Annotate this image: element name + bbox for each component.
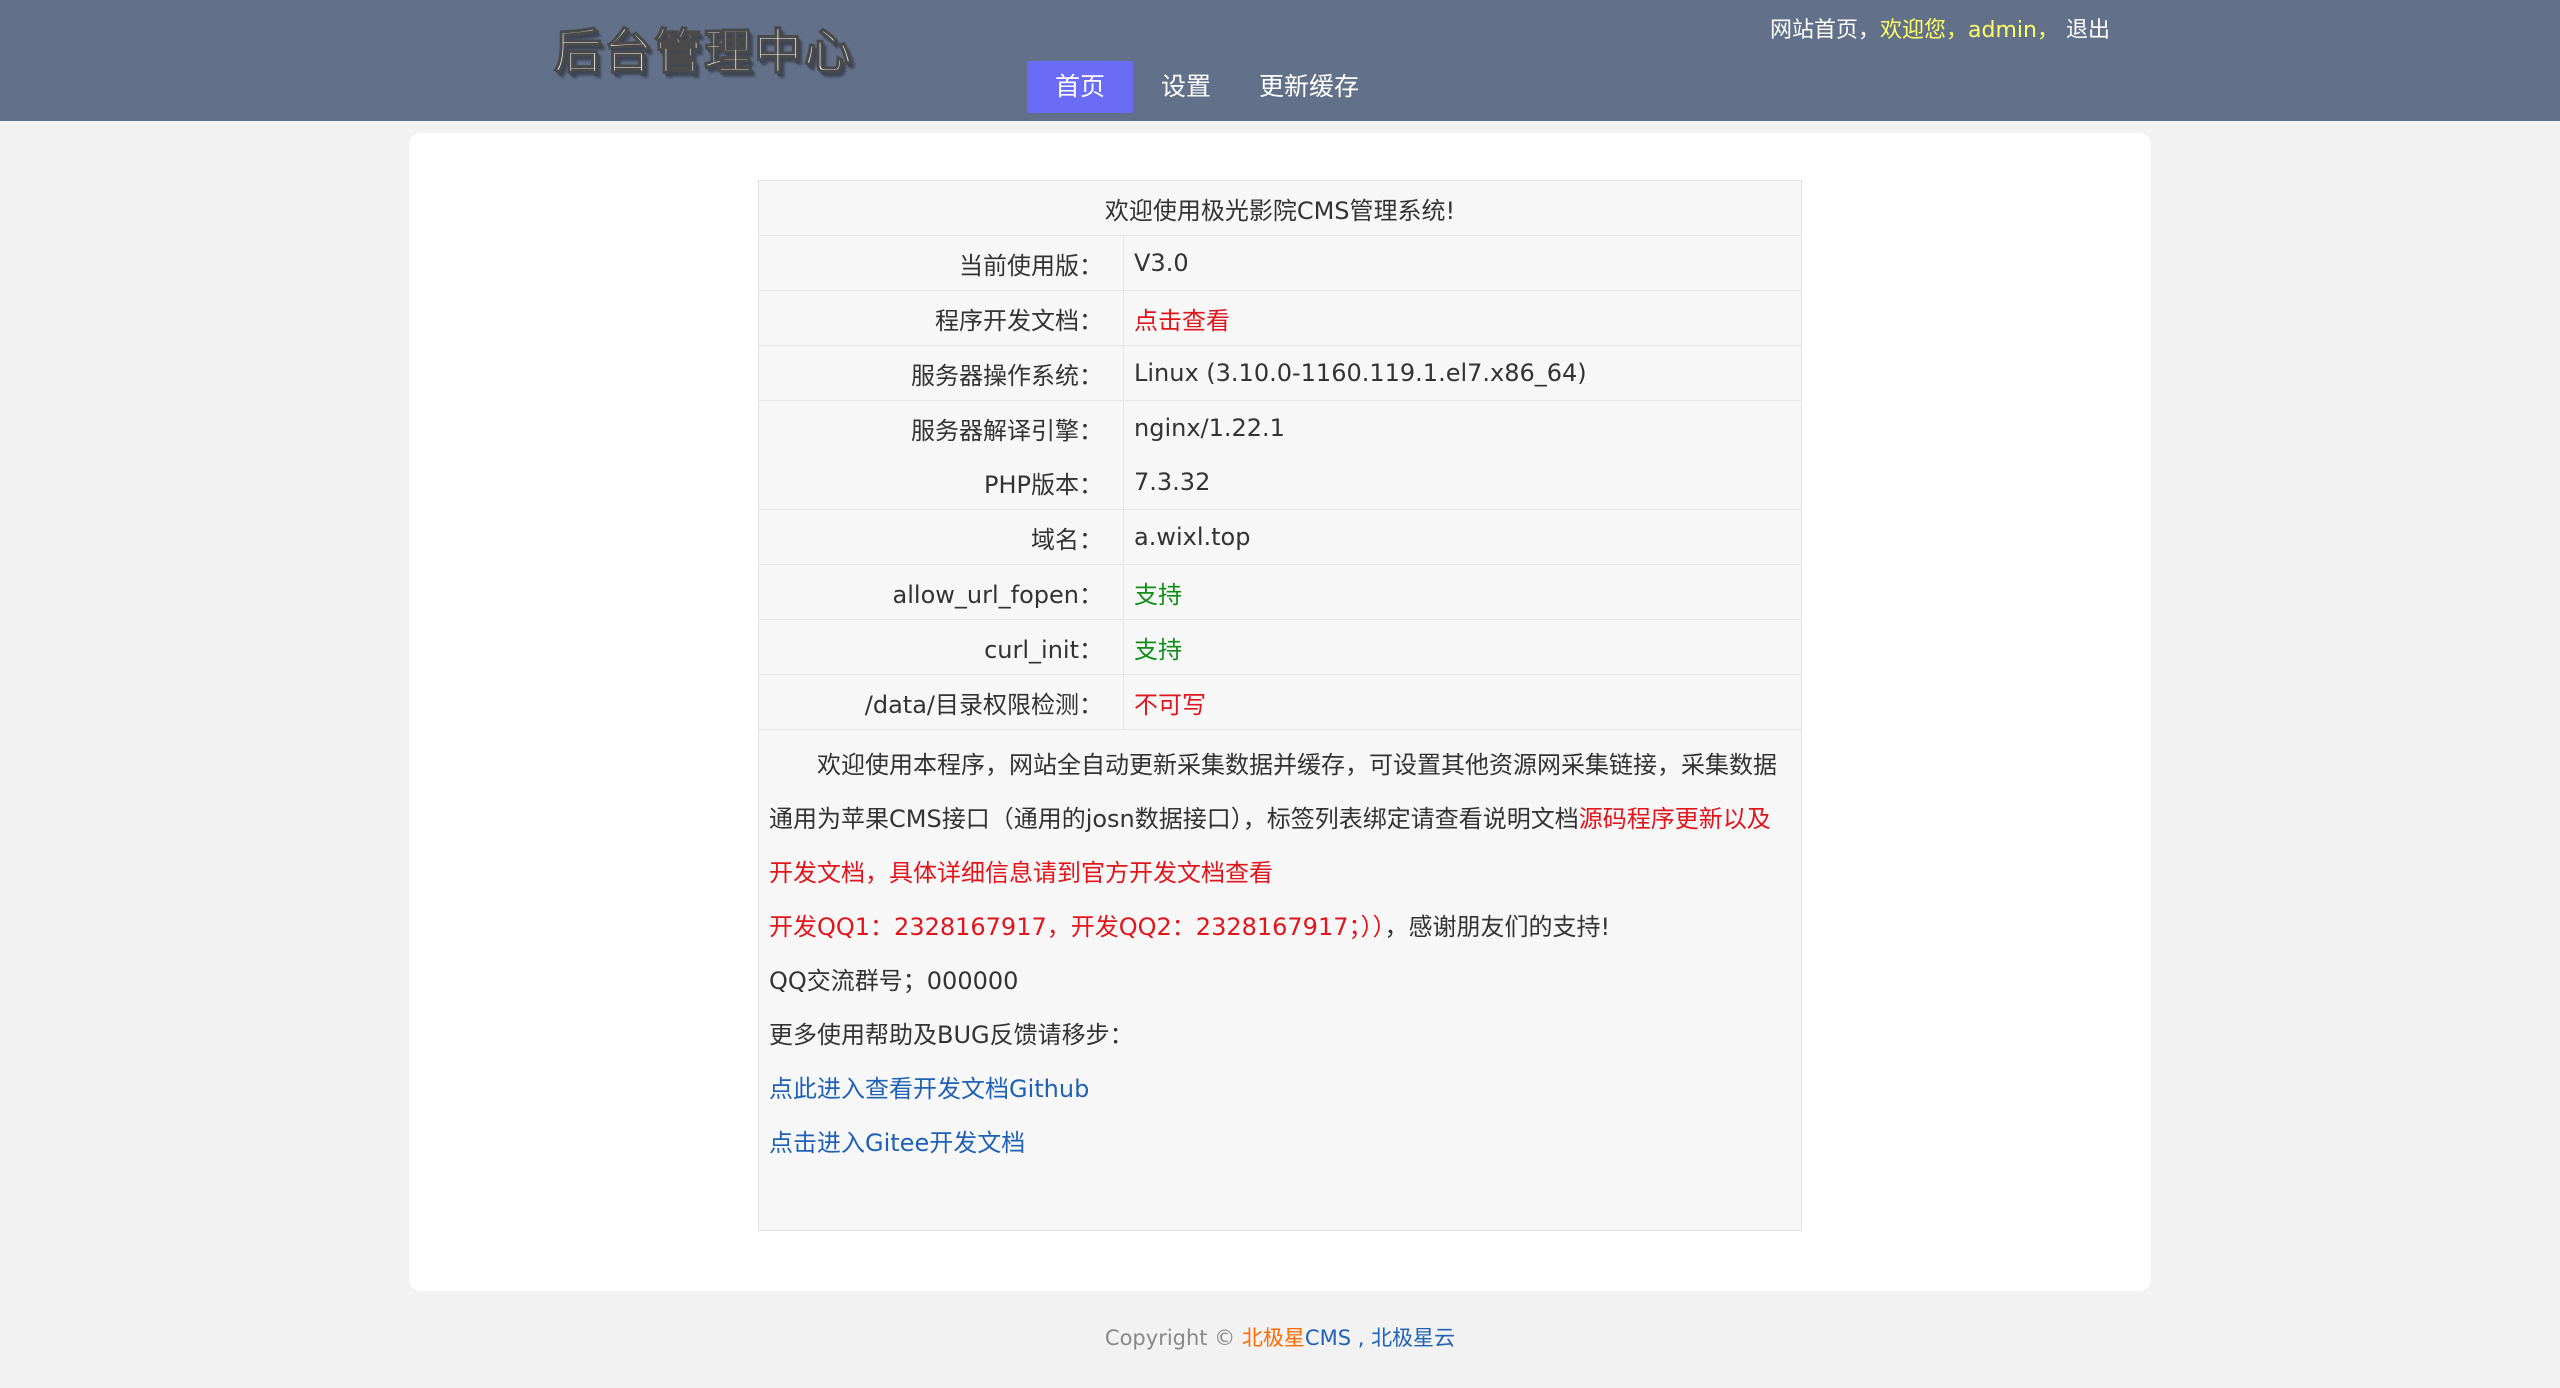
- row-label: PHP版本：: [759, 455, 1124, 509]
- notes-paragraph-2: 开发QQ1：2328167917，开发QQ2：2328167917；）），感谢朋…: [769, 900, 1791, 954]
- row-label: 程序开发文档：: [759, 291, 1124, 345]
- row-label: 域名：: [759, 510, 1124, 564]
- status-not-writable: 不可写: [1134, 690, 1206, 719]
- qq-contact: 开发QQ1：2328167917，开发QQ2：2328167917；））: [769, 913, 1385, 941]
- info-title: 欢迎使用极光影院CMS管理系统!: [759, 181, 1801, 236]
- github-docs-link[interactable]: 点此进入查看开发文档Github: [769, 1062, 1791, 1116]
- row-value: 7.3.32: [1134, 468, 1211, 496]
- footer-cloud-link[interactable]: 北极星云: [1371, 1326, 1455, 1350]
- footer: Copyright © 北极星CMS , 北极星云: [0, 1322, 2560, 1352]
- info-title-text: 欢迎使用极光影院CMS管理系统!: [1104, 196, 1456, 225]
- copyright-text: Copyright ©: [1104, 1326, 1236, 1350]
- status-supported: 支持: [1134, 580, 1182, 609]
- gitee-docs-link[interactable]: 点击进入Gitee开发文档: [769, 1116, 1791, 1170]
- row-value: V3.0: [1134, 249, 1189, 277]
- help-text: 更多使用帮助及BUG反馈请移步：: [769, 1021, 1134, 1049]
- table-row: allow_url_fopen： 支持: [759, 565, 1801, 620]
- table-row: 服务器解译引擎： nginx/1.22.1: [759, 401, 1801, 455]
- table-row: curl_init： 支持: [759, 620, 1801, 675]
- row-label: allow_url_fopen：: [759, 565, 1124, 619]
- nav-update-cache[interactable]: 更新缓存: [1239, 61, 1387, 113]
- footer-brand-cms[interactable]: CMS: [1305, 1326, 1351, 1350]
- table-row: 当前使用版： V3.0: [759, 236, 1801, 291]
- row-label: 当前使用版：: [759, 236, 1124, 290]
- footer-brand-link[interactable]: 北极星: [1242, 1326, 1305, 1350]
- top-header: 后台管理中心 网站首页，欢迎您，admin， 退出 首页 设置 更新缓存: [0, 0, 2560, 121]
- table-row: 域名： a.wixl.top: [759, 510, 1801, 565]
- row-label: curl_init：: [759, 620, 1124, 674]
- row-value: Linux (3.10.0-1160.119.1.el7.x86_64): [1134, 359, 1587, 387]
- qq-group: QQ交流群号；000000: [769, 967, 1019, 995]
- row-value: a.wixl.top: [1134, 523, 1251, 551]
- table-row: /data/目录权限检测： 不可写: [759, 675, 1801, 730]
- nav-settings[interactable]: 设置: [1133, 61, 1239, 113]
- logout-link[interactable]: 退出: [2066, 18, 2110, 43]
- docs-link[interactable]: 点击查看: [1124, 291, 1230, 345]
- table-row: 程序开发文档： 点击查看: [759, 291, 1801, 346]
- row-value: nginx/1.22.1: [1134, 414, 1285, 442]
- site-logo: 后台管理中心: [553, 23, 855, 81]
- table-row: PHP版本： 7.3.32: [759, 455, 1801, 510]
- row-label: 服务器解译引擎：: [759, 401, 1124, 455]
- system-info-table: 欢迎使用极光影院CMS管理系统! 当前使用版： V3.0 程序开发文档： 点击查…: [758, 180, 1802, 1231]
- footer-separator: ,: [1351, 1326, 1372, 1350]
- notes-paragraph-1: 欢迎使用本程序，网站全自动更新采集数据并缓存，可设置其他资源网采集链接，采集数据…: [769, 738, 1791, 900]
- main-nav: 首页 设置 更新缓存: [1027, 61, 1387, 113]
- nav-home[interactable]: 首页: [1027, 61, 1134, 113]
- welcome-text: 欢迎您，admin，: [1880, 18, 2059, 43]
- table-row: 服务器操作系统： Linux (3.10.0-1160.119.1.el7.x8…: [759, 346, 1801, 401]
- notes-text: ，感谢朋友们的支持!: [1384, 913, 1611, 941]
- notes-section: 欢迎使用本程序，网站全自动更新采集数据并缓存，可设置其他资源网采集链接，采集数据…: [759, 730, 1801, 1230]
- row-label: 服务器操作系统：: [759, 346, 1124, 400]
- site-home-link[interactable]: 网站首页，: [1770, 18, 1880, 43]
- row-label: /data/目录权限检测：: [759, 675, 1124, 729]
- status-supported: 支持: [1134, 635, 1182, 664]
- top-right-links: 网站首页，欢迎您，admin， 退出: [1770, 12, 2110, 44]
